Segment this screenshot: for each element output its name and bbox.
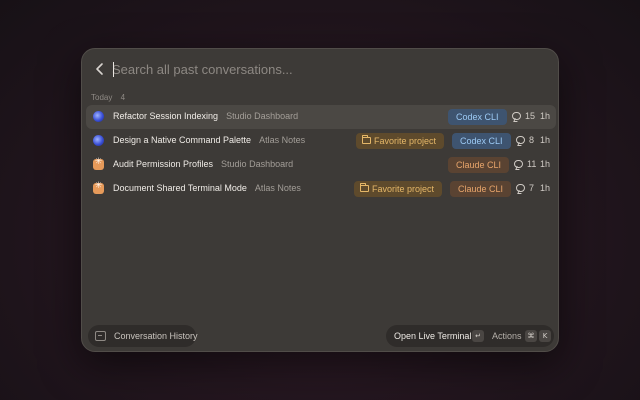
conversation-row[interactable]: Audit Permission Profiles Studio Dashboar… <box>86 153 556 177</box>
comment-icon <box>514 160 523 168</box>
conversation-project: Studio Dashboard <box>226 111 299 121</box>
conversation-project: Studio Dashboard <box>221 159 294 169</box>
conversation-search-panel: Today 4 Refactor Session Indexing Studio … <box>81 48 559 352</box>
agent-badge: Claude CLI <box>448 157 510 173</box>
k-key-icon: K <box>539 330 551 342</box>
comment-icon <box>516 136 525 144</box>
comment-count: 7 <box>516 183 534 193</box>
conversation-history-label: Conversation History <box>114 331 198 341</box>
conversation-project: Atlas Notes <box>254 183 301 193</box>
claude-icon <box>93 181 104 194</box>
command-key-icon: ⌘ <box>525 330 537 342</box>
conversation-title: Audit Permission Profiles <box>113 159 214 169</box>
folder-icon <box>360 183 369 192</box>
section-header-today: Today 4 <box>91 93 125 102</box>
folder-icon <box>362 135 371 144</box>
comment-count: 8 <box>516 135 534 145</box>
comment-icon <box>512 112 521 120</box>
conversation-title: Document Shared Terminal Mode <box>113 183 247 193</box>
section-count: 4 <box>120 93 126 102</box>
codex-icon <box>93 135 104 146</box>
conversation-age: 1h <box>539 183 550 193</box>
search-input[interactable] <box>112 57 532 81</box>
open-live-terminal-button[interactable]: Open Live Terminal <box>394 331 471 341</box>
conversation-row[interactable]: Design a Native Command Palette Atlas Not… <box>86 129 556 153</box>
back-arrow-icon[interactable] <box>91 60 109 78</box>
section-label: Today <box>91 93 113 102</box>
comment-count: 11 <box>514 159 536 169</box>
conversation-list: Refactor Session Indexing Studio Dashboar… <box>86 105 556 201</box>
history-icon <box>95 331 106 341</box>
conversation-project: Atlas Notes <box>259 135 306 145</box>
comment-count: 15 <box>512 111 535 121</box>
conversation-history-button[interactable]: Conversation History <box>88 325 198 347</box>
conversation-age: 1h <box>539 111 550 121</box>
claude-icon <box>93 157 104 170</box>
conversation-title: Refactor Session Indexing <box>113 111 219 121</box>
favorite-project-badge[interactable]: Favorite project <box>354 181 443 197</box>
search-bar <box>82 49 558 89</box>
conversation-age: 1h <box>539 159 550 169</box>
agent-badge: Codex CLI <box>448 109 507 125</box>
conversation-row[interactable]: Document Shared Terminal Mode Atlas Notes… <box>86 177 556 201</box>
conversation-age: 1h <box>539 135 550 145</box>
favorite-project-badge[interactable]: Favorite project <box>356 133 445 149</box>
agent-badge: Claude CLI <box>450 181 512 197</box>
conversation-row[interactable]: Refactor Session Indexing Studio Dashboar… <box>86 105 556 129</box>
conversation-title: Design a Native Command Palette <box>113 135 252 145</box>
comment-icon <box>516 184 525 192</box>
footer-actions: Open Live Terminal ↵ Actions ⌘ K <box>386 325 554 347</box>
agent-badge: Codex CLI <box>452 133 511 149</box>
enter-key-icon: ↵ <box>472 330 484 342</box>
actions-button[interactable]: Actions <box>492 331 522 341</box>
text-cursor <box>113 62 114 77</box>
codex-icon <box>93 111 104 122</box>
